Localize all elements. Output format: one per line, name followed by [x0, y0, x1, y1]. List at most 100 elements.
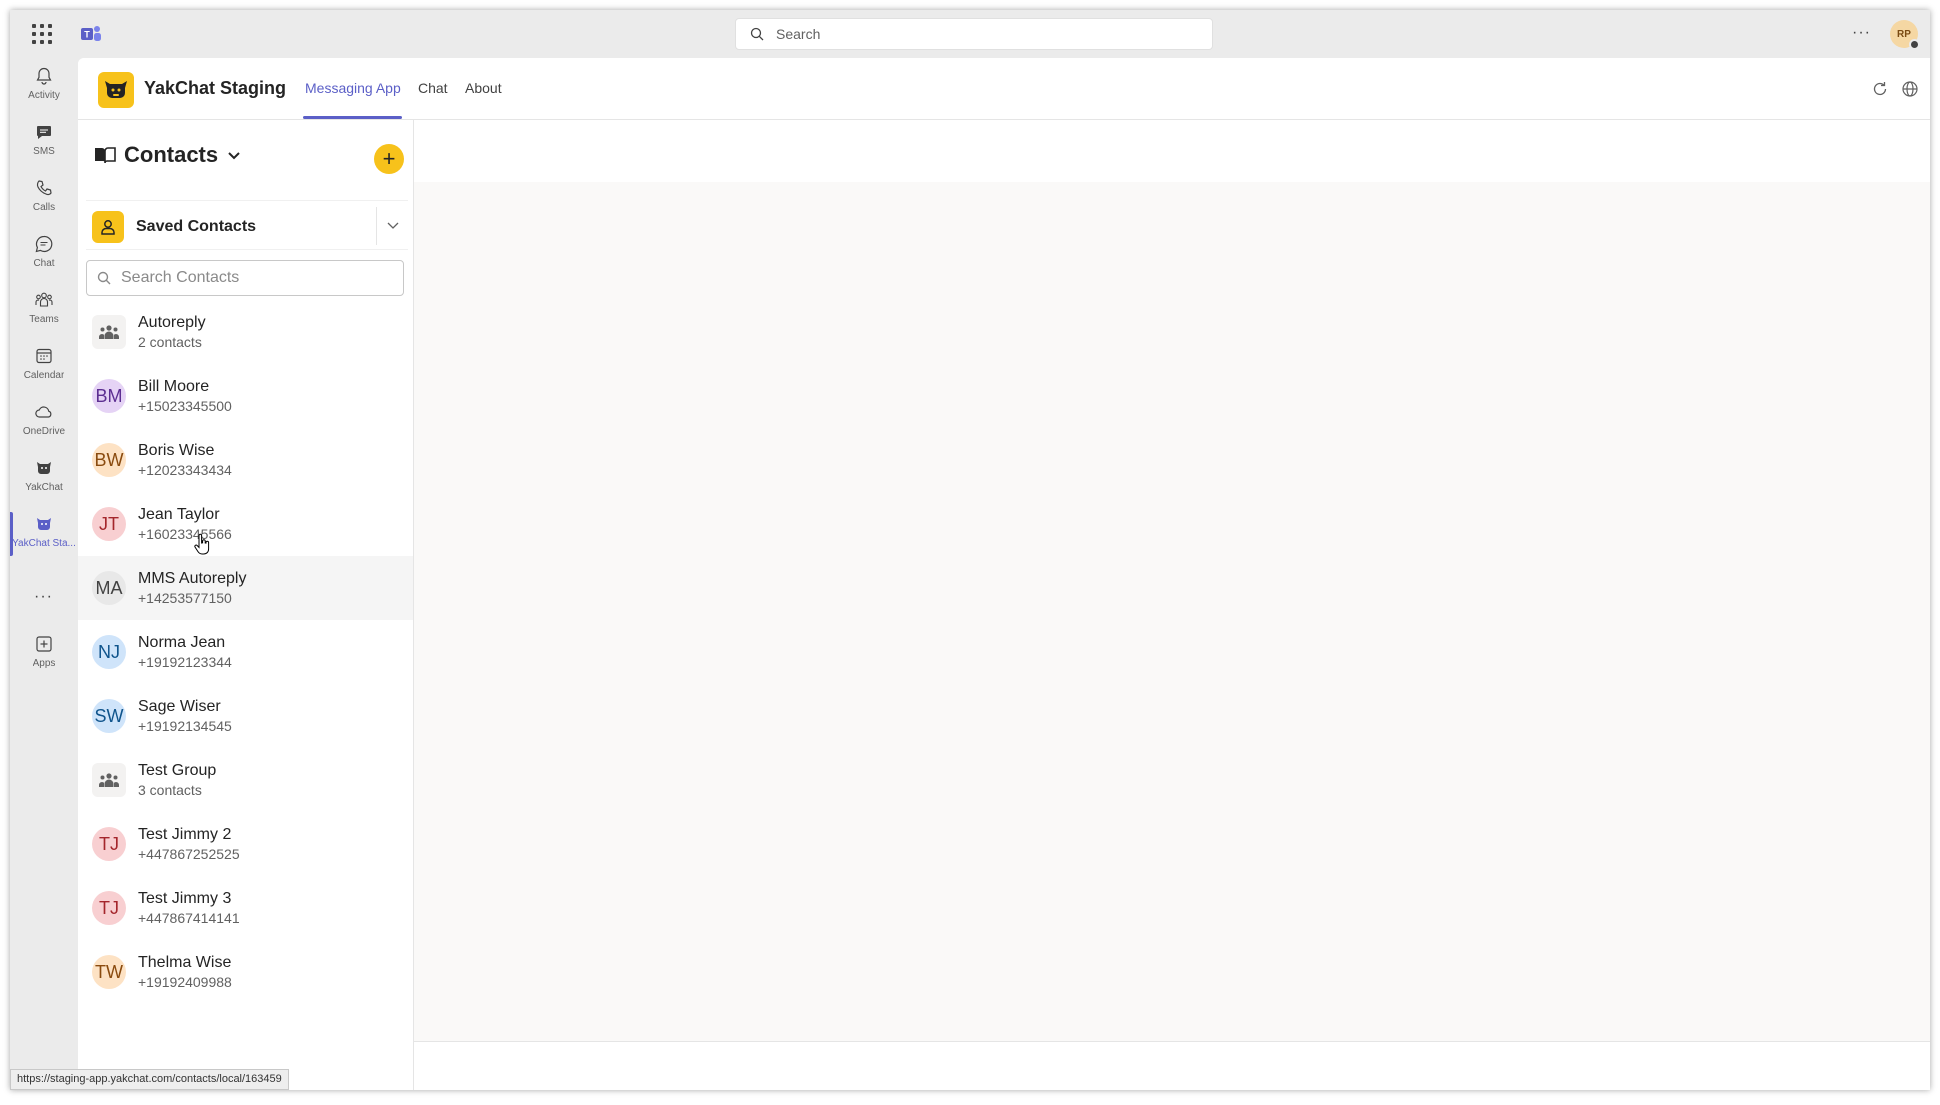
rail-label: Teams — [29, 314, 59, 325]
contact-text: MMS Autoreply +14253577150 — [138, 569, 246, 607]
cloud-icon — [35, 406, 52, 418]
calendar-icon — [36, 348, 52, 364]
hand-cursor-icon — [194, 533, 210, 555]
rail-item-apps[interactable]: Apps — [10, 628, 78, 682]
chat-icon — [35, 235, 53, 253]
user-avatar[interactable]: RP — [1890, 20, 1920, 50]
rail-item-yakchat[interactable]: YakChat — [10, 452, 78, 506]
teams-logo-icon: T — [81, 26, 101, 41]
contact-name: Test Jimmy 3 — [138, 890, 232, 907]
contact-row[interactable]: JT Jean Taylor +16023345566 — [78, 492, 413, 556]
contact-row[interactable]: MA MMS Autoreply +14253577150 — [78, 556, 413, 620]
detail-header — [414, 120, 1930, 182]
contact-row[interactable]: TJ Test Jimmy 2 +447867252525 — [78, 812, 413, 876]
global-search-box[interactable] — [735, 18, 1213, 50]
group-icon — [92, 763, 126, 797]
rail-label: Activity — [28, 90, 60, 101]
group-icon — [92, 315, 126, 349]
contact-subtitle: +12023343434 — [138, 462, 232, 478]
phone-icon — [36, 180, 52, 196]
contact-row[interactable]: SW Sage Wiser +19192134545 — [78, 684, 413, 748]
contact-row[interactable]: Test Group 3 contacts — [78, 748, 413, 812]
contact-subtitle: +447867252525 — [138, 846, 240, 862]
rail-item-yakchat-staging[interactable]: YakChat Sta... — [10, 508, 78, 562]
contacts-header[interactable]: Contacts — [94, 142, 242, 168]
saved-contacts-label: Saved Contacts — [136, 218, 257, 235]
rail-label: Chat — [33, 258, 55, 269]
tab-messaging-app[interactable]: Messaging App — [305, 80, 401, 96]
contact-avatar: MA — [92, 571, 126, 605]
contact-subtitle: 2 contacts — [138, 334, 202, 350]
contact-avatar: JT — [92, 507, 126, 541]
rail-item-teams[interactable]: Teams — [10, 284, 78, 338]
contact-row[interactable]: BM Bill Moore +15023345500 — [78, 364, 413, 428]
contact-name: Boris Wise — [138, 442, 215, 459]
rail-item-onedrive[interactable]: OneDrive — [10, 396, 78, 450]
saved-contacts-filter[interactable]: Saved Contacts — [86, 200, 408, 250]
refresh-icon[interactable] — [1870, 79, 1890, 99]
app-title: YakChat Staging — [144, 78, 287, 98]
rail-item-sms[interactable]: SMS — [10, 116, 78, 170]
rail-label: Apps — [32, 658, 56, 669]
rail-label: Calls — [32, 202, 56, 213]
rail-label: OneDrive — [22, 426, 66, 437]
teams-icon — [35, 292, 53, 307]
rail-label: Calendar — [23, 370, 65, 381]
chevron-down-icon[interactable] — [386, 218, 400, 232]
contact-detail-pane — [414, 120, 1930, 1090]
teams-window: T ··· RP Activity SMS Calls — [10, 10, 1930, 1090]
more-options-icon[interactable]: ··· — [1852, 24, 1871, 42]
rail-item-calls[interactable]: Calls — [10, 172, 78, 226]
top-bar: T ··· RP — [10, 10, 1930, 58]
global-search-input[interactable] — [776, 26, 1176, 42]
chevron-down-icon — [228, 152, 240, 160]
contact-row[interactable]: TJ Test Jimmy 3 +447867414141 — [78, 876, 413, 940]
contacts-title: Contacts — [124, 142, 219, 167]
contact-subtitle: +15023345500 — [138, 398, 232, 414]
app-content: YakChat Staging Messaging App Chat About… — [78, 58, 1930, 1090]
contact-row[interactable]: BW Boris Wise +12023343434 — [78, 428, 413, 492]
contact-text: Boris Wise +12023343434 — [138, 441, 232, 479]
contact-subtitle: +19192409988 — [138, 974, 232, 990]
book-icon — [95, 147, 116, 164]
contact-avatar: BM — [92, 379, 126, 413]
contact-subtitle: +19192123344 — [138, 654, 232, 670]
contact-text: Test Jimmy 3 +447867414141 — [138, 889, 240, 927]
status-bar-url: https://staging-app.yakchat.com/contacts… — [10, 1069, 289, 1090]
rail-label: SMS — [33, 146, 55, 157]
rail-item-chat[interactable]: Chat — [10, 228, 78, 282]
contact-text: Thelma Wise +19192409988 — [138, 953, 232, 991]
yakchat-icon — [37, 462, 51, 474]
contact-name: Test Jimmy 2 — [138, 826, 232, 843]
contact-name: Sage Wiser — [138, 698, 221, 715]
active-tab-indicator — [303, 116, 402, 119]
tab-chat[interactable]: Chat — [418, 80, 448, 96]
contact-name: MMS Autoreply — [138, 570, 247, 587]
contact-subtitle: 3 contacts — [138, 782, 202, 798]
person-icon — [92, 211, 124, 243]
contact-row[interactable]: Autoreply 2 contacts — [78, 300, 413, 364]
detail-body — [414, 182, 1930, 1042]
divider — [376, 207, 377, 245]
contact-row[interactable]: NJ Norma Jean +19192123344 — [78, 620, 413, 684]
rail-item-calendar[interactable]: Calendar — [10, 340, 78, 394]
contact-name: Jean Taylor — [138, 506, 220, 523]
sms-icon — [37, 126, 51, 139]
more-apps-icon[interactable]: ··· — [34, 588, 53, 606]
contact-search-input[interactable] — [121, 269, 391, 287]
contact-text: Norma Jean +19192123344 — [138, 633, 232, 671]
svg-text:T: T — [84, 30, 90, 40]
globe-icon[interactable] — [1900, 79, 1920, 99]
app-launcher-icon[interactable] — [32, 24, 52, 44]
contact-search-box[interactable] — [86, 260, 404, 296]
rail-item-activity[interactable]: Activity — [10, 60, 78, 114]
contact-row[interactable]: TW Thelma Wise +19192409988 — [78, 940, 413, 1004]
add-contact-button[interactable]: + — [374, 144, 404, 174]
app-rail: Activity SMS Calls Chat Teams Calendar O… — [10, 58, 78, 1090]
tab-about[interactable]: About — [465, 80, 502, 96]
contact-name: Norma Jean — [138, 634, 226, 651]
bell-icon — [36, 67, 52, 85]
contact-name: Bill Moore — [138, 378, 210, 395]
user-avatar-initials: RP — [1897, 28, 1911, 40]
yakchat-staging-icon — [37, 518, 51, 530]
